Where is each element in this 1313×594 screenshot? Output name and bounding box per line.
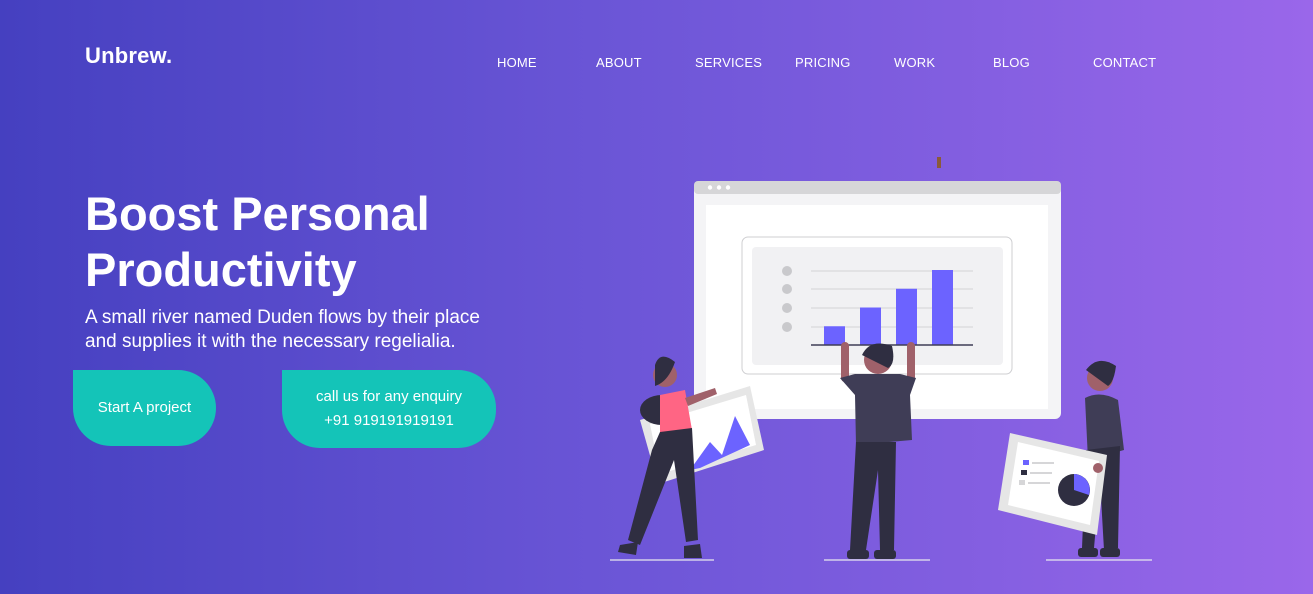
hero-subtitle-line1: A small river named Duden flows by their…	[85, 307, 480, 328]
nav-home-link[interactable]: HOME	[497, 55, 537, 70]
man-center-legs	[850, 442, 896, 550]
chart-dot-icon	[782, 266, 792, 276]
hero-title-line2: Productivity	[85, 243, 357, 296]
hero-subtitle-line2: and supplies it with the necessary regel…	[85, 331, 456, 352]
chart-dot-icon	[782, 303, 792, 313]
hero-title-line1: Boost Personal	[85, 187, 430, 240]
woman-legs	[628, 428, 698, 545]
window-dot-icon	[725, 185, 731, 190]
chart-dot-icon	[782, 284, 792, 294]
call-enquiry-button[interactable]: call us for any enquiry +91 919191919191	[282, 370, 496, 448]
nav-services-link[interactable]: SERVICES	[695, 55, 762, 70]
man-center-arm	[907, 342, 915, 382]
hero-subtitle: A small river named Duden flows by their…	[85, 306, 515, 354]
man-center-shoe	[874, 550, 896, 559]
call-phone-number: +91 919191919191	[324, 412, 454, 429]
main-nav: HOME ABOUT SERVICES PRICING WORK BLOG CO…	[0, 55, 1313, 75]
legend-line	[1030, 472, 1052, 474]
woman-shirt	[660, 390, 692, 435]
nav-work-link[interactable]: WORK	[894, 55, 935, 70]
hero-title: Boost Personal Productivity	[85, 186, 605, 298]
legend-swatch	[1019, 480, 1025, 485]
legend-swatch	[1021, 470, 1027, 475]
window-dot-icon	[716, 185, 722, 190]
start-project-button[interactable]: Start A project	[73, 370, 216, 446]
chart-bar	[824, 326, 845, 345]
nav-blog-link[interactable]: BLOG	[993, 55, 1030, 70]
woman-shoe	[684, 544, 702, 558]
hook-icon	[937, 157, 941, 168]
nav-about-link[interactable]: ABOUT	[596, 55, 642, 70]
woman-shoe	[618, 542, 638, 555]
legend-line	[1028, 482, 1050, 484]
chart-bar	[932, 270, 953, 345]
nav-pricing-link[interactable]: PRICING	[795, 55, 851, 70]
man-right-hand	[1093, 463, 1103, 473]
legend-line	[1032, 462, 1054, 464]
man-right-shoe	[1100, 548, 1120, 557]
window-dot-icon	[707, 185, 713, 190]
browser-titlebar	[694, 181, 1061, 194]
man-center-shoe	[847, 550, 869, 559]
legend-swatch	[1023, 460, 1029, 465]
call-enquiry-label: call us for any enquiry	[316, 388, 462, 405]
presentation-chart-illustration	[610, 157, 1152, 561]
chart-bar	[860, 307, 881, 345]
chart-dot-icon	[782, 322, 792, 332]
nav-contact-link[interactable]: CONTACT	[1093, 55, 1156, 70]
chart-bar	[896, 288, 917, 345]
man-right-shoe	[1078, 548, 1098, 557]
